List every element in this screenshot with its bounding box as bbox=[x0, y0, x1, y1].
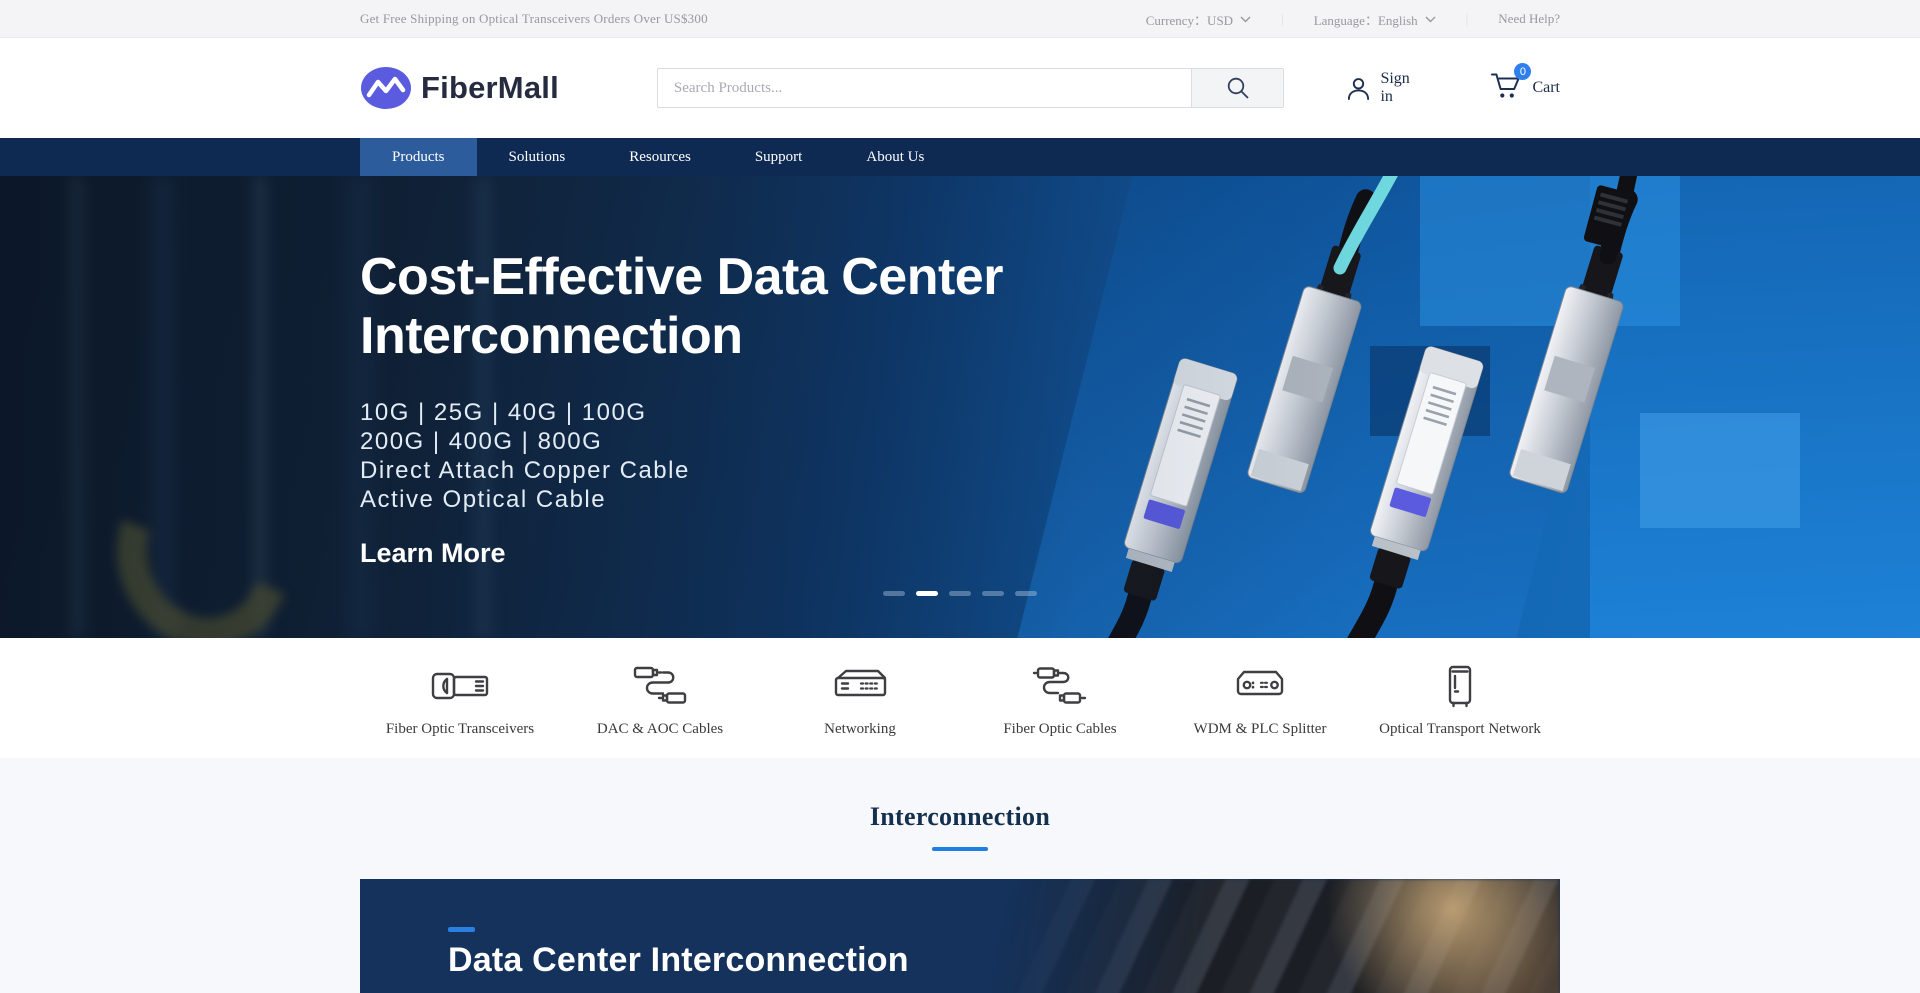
category-label: DAC & AOC Cables bbox=[597, 721, 723, 738]
otn-cabinet-icon bbox=[1428, 664, 1492, 708]
category-fiber-optic-cables[interactable]: Fiber Optic Cables bbox=[960, 638, 1160, 758]
switch-icon bbox=[828, 664, 892, 708]
category-dac-aoc-cables[interactable]: DAC & AOC Cables bbox=[560, 638, 760, 758]
hero-carousel: Cost-Effective Data Center Interconnecti… bbox=[0, 176, 1920, 638]
fibermall-logo-icon bbox=[360, 66, 412, 110]
wdm-splitter-icon bbox=[1228, 664, 1292, 708]
topbar-separator: | bbox=[1281, 11, 1284, 27]
top-utility-bar: Get Free Shipping on Optical Transceiver… bbox=[0, 0, 1920, 38]
fibermall-homepage: Get Free Shipping on Optical Transceiver… bbox=[0, 0, 1920, 993]
nav-item-support[interactable]: Support bbox=[723, 138, 835, 176]
category-networking[interactable]: Networking bbox=[760, 638, 960, 758]
search-icon bbox=[1226, 76, 1250, 100]
banner-accent-dash bbox=[448, 927, 475, 932]
category-label: WDM & PLC Splitter bbox=[1194, 721, 1327, 738]
main-header: FiberMall Sign in bbox=[0, 38, 1920, 138]
search-bar bbox=[657, 68, 1285, 108]
banner-title: Data Center Interconnection bbox=[448, 941, 909, 980]
carousel-dot-3[interactable] bbox=[949, 591, 971, 596]
cart-label: Cart bbox=[1532, 79, 1560, 97]
search-button[interactable] bbox=[1191, 69, 1283, 107]
category-label: Fiber Optic Cables bbox=[1003, 721, 1116, 738]
hero-line: Active Optical Cable bbox=[360, 485, 1560, 514]
nav-item-about-us[interactable]: About Us bbox=[834, 138, 956, 176]
language-label: Language：English bbox=[1314, 10, 1418, 29]
nav-item-solutions[interactable]: Solutions bbox=[477, 138, 598, 176]
hero-line: Direct Attach Copper Cable bbox=[360, 456, 1560, 485]
sign-in-button[interactable]: Sign in bbox=[1346, 70, 1424, 106]
nav-item-products[interactable]: Products bbox=[360, 138, 477, 176]
nav-item-resources[interactable]: Resources bbox=[597, 138, 723, 176]
cart-count-badge: 0 bbox=[1514, 63, 1531, 80]
category-fiber-optic-transceivers[interactable]: Fiber Optic Transceivers bbox=[360, 638, 560, 758]
banner-photo bbox=[888, 879, 1560, 993]
interconnection-section: Interconnection Data Center Interconnect… bbox=[0, 758, 1920, 993]
primary-nav: Products Solutions Resources Support Abo… bbox=[0, 138, 1920, 176]
hero-subtext: 10G | 25G | 40G | 100G 200G | 400G | 800… bbox=[360, 398, 1560, 514]
currency-label: Currency：USD bbox=[1146, 10, 1233, 29]
carousel-dot-1[interactable] bbox=[883, 591, 905, 596]
need-help-link[interactable]: Need Help? bbox=[1498, 11, 1560, 27]
section-title: Interconnection bbox=[0, 802, 1920, 832]
brand-name: FiberMall bbox=[421, 70, 559, 106]
transceiver-icon bbox=[428, 664, 492, 708]
learn-more-link[interactable]: Learn More bbox=[360, 538, 506, 569]
data-center-interconnection-banner[interactable]: Data Center Interconnection bbox=[360, 879, 1560, 993]
category-label: Fiber Optic Transceivers bbox=[386, 721, 534, 738]
cart-button[interactable]: 0 Cart bbox=[1490, 71, 1560, 105]
carousel-dot-2-active[interactable] bbox=[916, 591, 938, 596]
carousel-indicators bbox=[883, 591, 1037, 596]
user-icon bbox=[1346, 75, 1371, 101]
hero-line: 10G | 25G | 40G | 100G bbox=[360, 398, 1560, 427]
dac-cable-icon bbox=[628, 664, 692, 708]
sign-in-label: Sign in bbox=[1380, 70, 1424, 106]
carousel-dot-5[interactable] bbox=[1015, 591, 1037, 596]
hero-title-line2: Interconnection bbox=[360, 307, 743, 365]
category-optical-transport-network[interactable]: Optical Transport Network bbox=[1360, 638, 1560, 758]
carousel-dot-4[interactable] bbox=[982, 591, 1004, 596]
hero-title: Cost-Effective Data Center Interconnecti… bbox=[360, 248, 1560, 366]
search-input[interactable] bbox=[658, 69, 1192, 107]
topbar-separator: | bbox=[1466, 11, 1469, 27]
chevron-down-icon bbox=[1425, 16, 1436, 23]
free-shipping-promo: Get Free Shipping on Optical Transceiver… bbox=[360, 11, 708, 27]
language-selector[interactable]: Language：English bbox=[1314, 10, 1436, 29]
section-title-underline bbox=[932, 847, 988, 851]
topbar-right-group: Currency：USD | Language：English | Need H… bbox=[1146, 10, 1560, 29]
fibermall-logo[interactable]: FiberMall bbox=[360, 66, 559, 110]
category-wdm-plc-splitter[interactable]: WDM & PLC Splitter bbox=[1160, 638, 1360, 758]
fiber-cable-icon bbox=[1028, 664, 1092, 708]
hero-line: 200G | 400G | 800G bbox=[360, 427, 1560, 456]
category-label: Networking bbox=[824, 721, 896, 738]
chevron-down-icon bbox=[1240, 16, 1251, 23]
category-shortcut-row: Fiber Optic Transceivers DAC & AOC Cable… bbox=[0, 638, 1920, 758]
currency-selector[interactable]: Currency：USD bbox=[1146, 10, 1251, 29]
category-label: Optical Transport Network bbox=[1379, 721, 1541, 738]
hero-title-line1: Cost-Effective Data Center bbox=[360, 248, 1003, 306]
